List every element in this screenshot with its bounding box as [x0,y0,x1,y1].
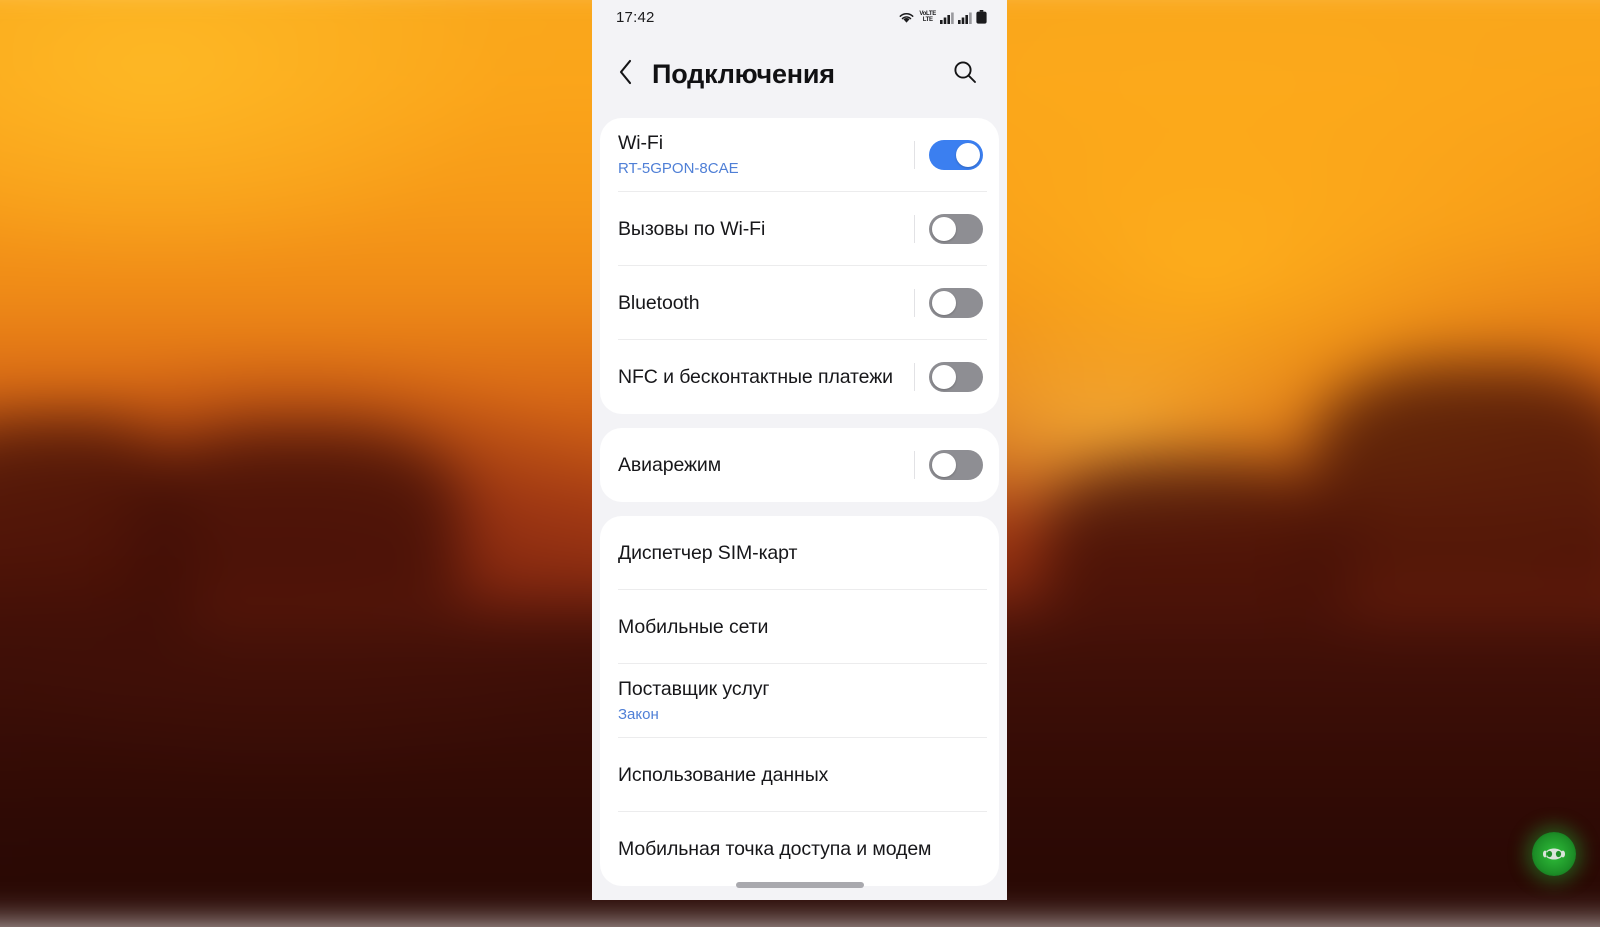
chevron-left-icon [616,57,636,92]
phone-screen-panel: 17:42 VoLTE LTE [592,0,1007,900]
list-item-nfc[interactable]: NFC и бесконтактные платежи [600,340,999,414]
list-item-airplane-mode[interactable]: Авиарежим [600,428,999,502]
list-item-texts: Вызовы по Wi-Fi [618,216,914,243]
toggle-nfc[interactable] [929,362,983,392]
list-item-mobile-networks[interactable]: Мобильные сети [600,590,999,664]
list-item-texts: NFC и бесконтактные платежи [618,364,914,391]
list-item-subtitle: Закон [618,704,991,726]
list-item-texts: Мобильные сети [618,614,999,641]
airplane-group: Авиарежим [600,428,999,502]
list-item-texts: Авиарежим [618,452,914,479]
home-gesture-bar[interactable] [736,882,864,888]
list-item-sim-manager[interactable]: Диспетчер SIM-карт [600,516,999,590]
signal-sim1-icon [940,11,954,24]
toggle-wifi[interactable] [929,140,983,170]
toggle-knob [932,365,956,389]
list-item-service-provider[interactable]: Поставщик услугЗакон [600,664,999,738]
back-button[interactable] [606,57,646,92]
signal-sim2-icon [958,11,972,24]
list-item-texts: Мобильная точка доступа и модем [618,836,999,863]
toggle-cell [914,288,999,318]
toggle-separator [914,451,915,479]
mobile-group: Диспетчер SIM-карт Мобильные сети Поставщи… [600,516,999,886]
list-item-texts: Использование данных [618,762,999,789]
toggle-knob [932,217,956,241]
connectivity-group: Wi-FiRT-5GPON-8CAE Вызовы по Wi-Fi Bluetoo… [600,118,999,414]
list-item-subtitle: RT-5GPON-8CAE [618,158,906,180]
toggle-separator [914,363,915,391]
list-item-label: Вызовы по Wi-Fi [618,216,906,243]
list-item-wifi[interactable]: Wi-FiRT-5GPON-8CAE [600,118,999,192]
toggle-cell [914,450,999,480]
list-item-label: Wi-Fi [618,130,906,157]
list-item-texts: Bluetooth [618,290,914,317]
list-item-label: Диспетчер SIM-карт [618,540,991,567]
volte-icon: VoLTE LTE [919,11,936,23]
app-bar: Подключения [592,34,1007,114]
list-item-bluetooth[interactable]: Bluetooth [600,266,999,340]
toggle-cell [914,362,999,392]
toggle-wifi-calling[interactable] [929,214,983,244]
search-button[interactable] [945,59,985,90]
list-item-data-usage[interactable]: Использование данных [600,738,999,812]
battery-icon [976,10,987,24]
list-item-label: NFC и бесконтактные платежи [618,364,906,391]
toggle-knob [956,143,980,167]
list-item-label: Мобильные сети [618,614,991,641]
toggle-bluetooth[interactable] [929,288,983,318]
list-item-hotspot-tethering[interactable]: Мобильная точка доступа и модем [600,812,999,886]
list-item-label: Bluetooth [618,290,906,317]
toggle-cell [914,140,999,170]
settings-list[interactable]: Wi-FiRT-5GPON-8CAE Вызовы по Wi-Fi Bluetoo… [592,118,1007,886]
list-item-texts: Wi-FiRT-5GPON-8CAE [618,130,914,180]
list-item-texts: Поставщик услугЗакон [618,676,999,726]
page-title: Подключения [646,59,945,90]
wifi-icon [898,11,915,24]
toggle-cell [914,214,999,244]
toggle-knob [932,453,956,477]
status-bar: 17:42 VoLTE LTE [592,0,1007,34]
toggle-separator [914,289,915,317]
toggle-airplane-mode[interactable] [929,450,983,480]
toggle-separator [914,215,915,243]
list-item-texts: Диспетчер SIM-карт [618,540,999,567]
list-item-label: Использование данных [618,762,991,789]
search-icon [952,59,978,90]
list-item-label: Поставщик услуг [618,676,991,703]
list-item-label: Мобильная точка доступа и модем [618,836,991,863]
status-icon-tray: VoLTE LTE [898,10,987,24]
status-clock: 17:42 [616,9,655,26]
toggle-separator [914,141,915,169]
toggle-knob [932,291,956,315]
infinity-badge-icon [1532,832,1576,876]
list-item-wifi-calling[interactable]: Вызовы по Wi-Fi [600,192,999,266]
list-item-label: Авиарежим [618,452,906,479]
